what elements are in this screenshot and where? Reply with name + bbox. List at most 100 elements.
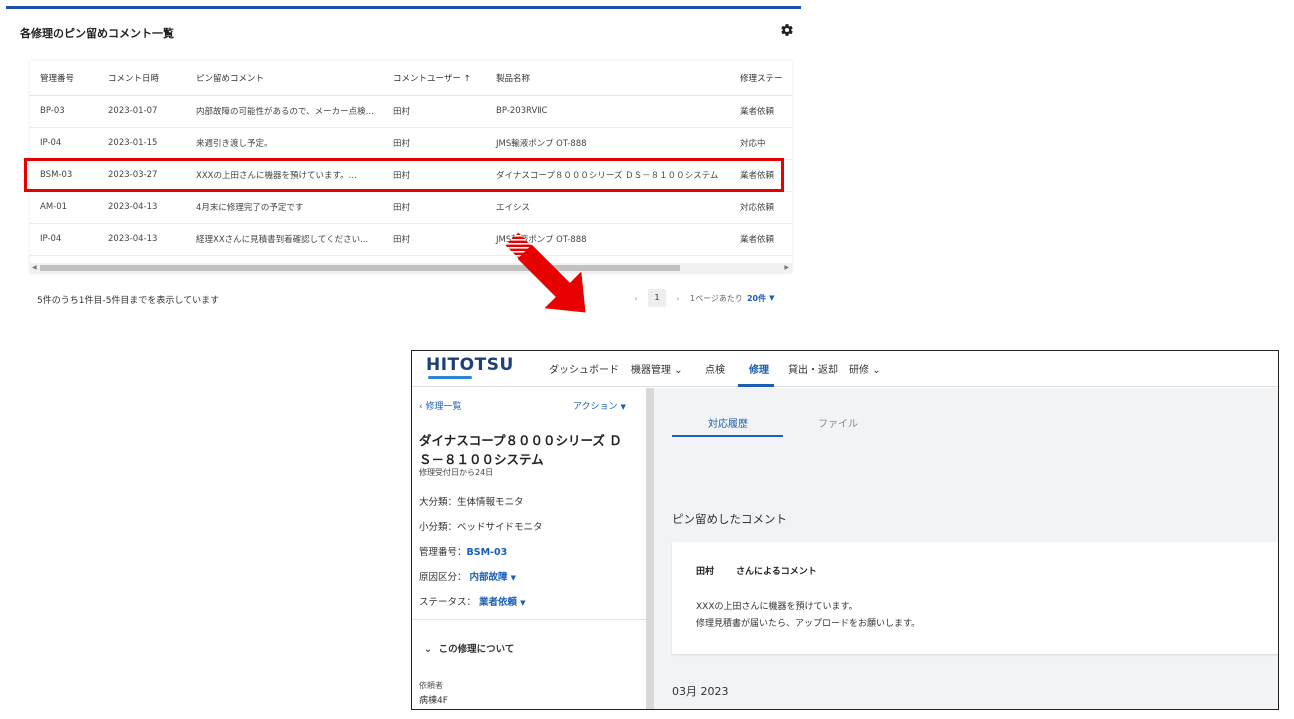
table-header-row: 管理番号 コメント日時 ピン留めコメント コメントユーザー ↑ 製品名称 修理ス… <box>30 61 792 96</box>
caret-down-icon[interactable]: ▼ <box>511 574 516 582</box>
comment-user: 田村 <box>696 567 715 577</box>
column-header-pinned-comment[interactable]: ピン留めコメント <box>186 61 383 96</box>
red-arrow-icon <box>505 232 586 313</box>
column-header-product-name[interactable]: 製品名称 <box>486 61 730 96</box>
nav-dashboard[interactable]: ダッシュボード <box>549 361 619 376</box>
column-header-management-no[interactable]: 管理番号 <box>30 61 98 96</box>
timeline-month: 03月 2023 <box>672 685 729 698</box>
cell-comment-user: 田村 <box>383 223 486 256</box>
cell-pinned-comment: XXXの上田さんに機器を預けています。... <box>186 159 383 192</box>
tab-history[interactable]: 対応履歴 <box>708 415 748 430</box>
app-logo[interactable]: HITOTSU <box>426 355 514 375</box>
action-label: アクション <box>573 402 618 412</box>
page-number-button[interactable]: 1 <box>648 289 666 307</box>
cell-management-no: IP-04 <box>30 127 98 160</box>
nav-repair[interactable]: 修理 <box>749 361 769 376</box>
cell-pinned-comment: 内部故障の可能性があるので、メーカー点検... <box>186 95 383 128</box>
cell-repair-status: 対応中 <box>730 127 792 160</box>
chevron-down-icon: ⌄ <box>872 365 881 376</box>
action-menu-button[interactable]: アクション ▼ <box>573 399 626 412</box>
pinned-comment-card: 田村 さんによるコメント XXXの上田さんに機器を預けています。 修理見積書が届… <box>672 542 1278 654</box>
management-number-link[interactable]: BSM-03 <box>467 547 508 558</box>
caret-down-icon[interactable]: ▼ <box>520 599 525 607</box>
cell-repair-status: 業者依頼 <box>730 159 792 192</box>
next-page-icon[interactable]: › <box>670 294 686 303</box>
scroll-right-icon[interactable]: ▶ <box>784 264 789 271</box>
cell-product-name: JMS輸液ポンプ OT-888 <box>486 127 730 160</box>
cell-comment-user: 田村 <box>383 159 486 192</box>
comments-table: 管理番号 コメント日時 ピン留めコメント コメントユーザー ↑ 製品名称 修理ス… <box>30 61 792 256</box>
nav-equipment-label: 機器管理 <box>631 365 671 376</box>
pinned-comments-widget: 各修理のピン留めコメント一覧 管理番号 コメント日時 ピン留めコメント コメント… <box>6 6 801 310</box>
column-header-comment-user[interactable]: コメントユーザー ↑ <box>383 61 486 96</box>
table-row[interactable]: BP-03 2023-01-07 内部故障の可能性があるので、メーカー点検...… <box>30 95 792 128</box>
table-row[interactable]: IP-04 2023-04-13 経理XXさんに見積書到着確認してください...… <box>30 223 792 256</box>
status-row: ステータス： 業者依頼 ▼ <box>419 594 525 608</box>
back-link-label: 修理一覧 <box>425 402 462 412</box>
nav-equipment-management[interactable]: 機器管理 ⌄ <box>631 361 683 376</box>
requester-label: 依頼者 <box>419 681 443 690</box>
chevron-left-icon: ‹ <box>419 402 423 412</box>
repair-detail-screen: HITOTSU ダッシュボード 機器管理 ⌄ 点検 修理 貸出・返却 研修 ⌄ … <box>411 350 1279 710</box>
tab-active-indicator <box>672 435 783 437</box>
cell-management-no: AM-01 <box>30 191 98 224</box>
cell-product-name: BP-203RVⅡC <box>486 95 730 128</box>
cell-comment-date: 2023-04-13 <box>98 223 186 256</box>
cause-category-select[interactable]: 内部故障 <box>470 572 508 583</box>
cell-management-no: BP-03 <box>30 95 98 128</box>
gear-icon[interactable] <box>780 23 794 37</box>
logo-swoosh <box>428 376 472 379</box>
cell-product-name: ダイナスコープ８０００シリーズ ＤＳ－８１００システム <box>486 159 730 192</box>
comment-text-line-2: 修理見積書が届いたら、アップロードをお願いします。 <box>696 619 921 629</box>
sidebar-scrollbar[interactable] <box>646 388 654 709</box>
cause-category-row: 原因区分： 内部故障 ▼ <box>419 569 516 583</box>
cell-pinned-comment: 経理XXさんに見積書到着確認してください... <box>186 223 383 256</box>
per-page-select[interactable]: 20件 <box>747 293 766 304</box>
scroll-left-icon[interactable]: ◀ <box>32 264 37 271</box>
result-summary: 5件のうち1件目-5件目までを表示しています <box>37 296 220 306</box>
cell-product-name: エイシス <box>486 191 730 224</box>
sidebar-divider <box>412 619 646 620</box>
tab-files[interactable]: ファイル <box>818 415 858 430</box>
nav-training[interactable]: 研修 ⌄ <box>849 361 881 376</box>
table-row[interactable]: AM-01 2023-04-13 4月末に修理完了の予定です 田村 エイシス 対… <box>30 191 792 224</box>
cell-comment-user: 田村 <box>383 127 486 160</box>
cell-comment-date: 2023-03-27 <box>98 159 186 192</box>
cell-comment-date: 2023-01-07 <box>98 95 186 128</box>
management-number-row: 管理番号：BSM-03 <box>419 544 507 558</box>
chevron-down-icon: ⌄ <box>674 365 683 376</box>
cell-repair-status: 業者依頼 <box>730 95 792 128</box>
column-header-comment-date[interactable]: コメント日時 <box>98 61 186 96</box>
cell-pinned-comment: 来週引き渡し予定。 <box>186 127 383 160</box>
about-repair-toggle[interactable]: ⌄ この修理について <box>424 641 514 655</box>
chevron-down-icon[interactable]: ▼ <box>769 294 774 302</box>
major-category: 大分類：生体情報モニタ <box>419 497 524 508</box>
horizontal-scrollbar[interactable]: ◀ ▶ <box>30 263 792 273</box>
caret-down-icon: ▼ <box>620 403 626 411</box>
cell-comment-user: 田村 <box>383 95 486 128</box>
cell-pinned-comment: 4月末に修理完了の予定です <box>186 191 383 224</box>
about-repair-label: この修理について <box>438 644 515 655</box>
pagination: ‹ 1 › 1ページあたり 20件 ▼ <box>628 289 774 307</box>
status-label: ステータス： <box>419 597 477 608</box>
column-header-repair-status[interactable]: 修理ステー <box>730 61 792 96</box>
top-navigation-bar: HITOTSU ダッシュボード 機器管理 ⌄ 点検 修理 貸出・返却 研修 ⌄ <box>412 351 1278 387</box>
widget-title: 各修理のピン留めコメント一覧 <box>20 27 174 40</box>
table-row-highlighted[interactable]: BSM-03 2023-03-27 XXXの上田さんに機器を預けています。...… <box>30 159 792 192</box>
back-to-repair-list-link[interactable]: ‹ 修理一覧 <box>419 399 462 412</box>
minor-category: 小分類：ベッドサイドモニタ <box>419 522 543 533</box>
cause-category-label: 原因区分： <box>419 572 467 583</box>
cell-repair-status: 対応依頼 <box>730 191 792 224</box>
cell-comment-date: 2023-01-15 <box>98 127 186 160</box>
days-since-received: 修理受付日から24日 <box>419 468 494 477</box>
product-name: ダイナスコープ８０００シリーズ Ｄ Ｓ－８１００システム <box>419 431 639 469</box>
cell-comment-date: 2023-04-13 <box>98 191 186 224</box>
nav-inspection[interactable]: 点検 <box>705 361 725 376</box>
status-select[interactable]: 業者依頼 <box>479 597 517 608</box>
table-row[interactable]: IP-04 2023-01-15 来週引き渡し予定。 田村 JMS輸液ポンプ O… <box>30 127 792 160</box>
nav-lending-return[interactable]: 貸出・返却 <box>788 361 838 376</box>
chevron-down-icon: ⌄ <box>424 644 432 655</box>
requester-value: 病棟4F <box>419 696 448 706</box>
prev-page-icon[interactable]: ‹ <box>628 294 644 303</box>
cell-repair-status: 業者依頼 <box>730 223 792 256</box>
